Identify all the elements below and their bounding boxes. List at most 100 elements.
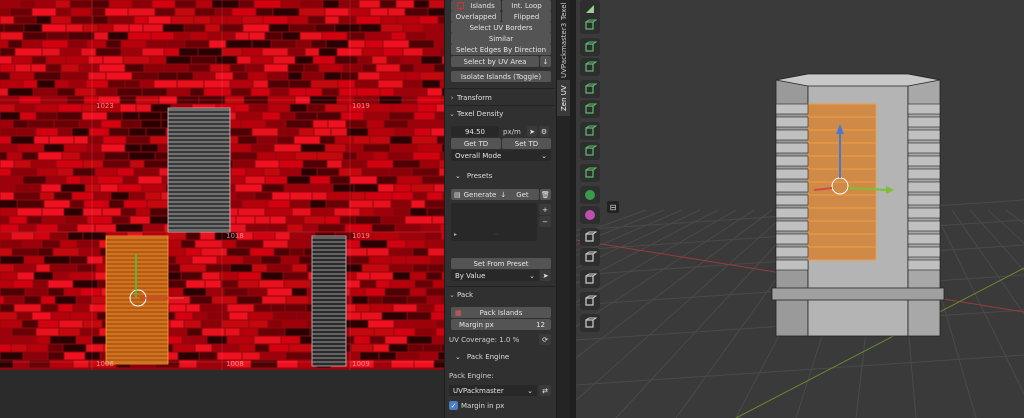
- texture-brick: [409, 40, 434, 48]
- spin-icon[interactable]: [580, 186, 600, 204]
- add-cube-icon[interactable]: [580, 38, 600, 56]
- texture-brick: [66, 56, 88, 64]
- pack-header[interactable]: ⌄ Pack: [447, 288, 553, 302]
- pack-engine-header[interactable]: ⌄ Pack Engine: [455, 351, 509, 363]
- select-edges-by-direction-button[interactable]: Select Edges By Direction: [451, 44, 551, 55]
- trash-icon[interactable]: 🗑: [540, 189, 551, 200]
- texture-brick: [292, 208, 311, 216]
- texture-brick: [420, 160, 439, 168]
- uv-island-selected[interactable]: [105, 235, 169, 365]
- viewport-canvas[interactable]: [576, 0, 1024, 418]
- cursor-icon[interactable]: [580, 16, 600, 34]
- texture-brick: [46, 176, 66, 184]
- similar-button[interactable]: Similar: [451, 33, 551, 44]
- shear-icon[interactable]: [580, 270, 600, 288]
- generate-button[interactable]: ▤ Generate ↓ Get: [451, 189, 539, 200]
- texture-brick: [38, 320, 59, 328]
- get-td-button[interactable]: Get TD: [451, 138, 501, 149]
- uv-square-icon[interactable]: [580, 314, 600, 332]
- smooth-icon[interactable]: [580, 206, 600, 224]
- texture-brick: [373, 344, 389, 352]
- add-icon[interactable]: +: [539, 204, 551, 215]
- texture-brick: [98, 24, 113, 32]
- overlapped-button[interactable]: Overlapped: [451, 11, 501, 22]
- texture-brick: [295, 112, 317, 120]
- texture-brick: [0, 48, 15, 56]
- chevron-down-icon: ⌄: [449, 110, 455, 118]
- expand-icon[interactable]: ▸: [454, 231, 457, 238]
- set-from-preset-button[interactable]: Set From Preset: [451, 258, 551, 269]
- overall-mode-select[interactable]: Overall Mode ⌄: [451, 150, 551, 161]
- flipped-button[interactable]: Flipped: [502, 11, 551, 22]
- bevel-icon[interactable]: [580, 100, 600, 118]
- overall-mode-value: Overall Mode: [455, 151, 502, 160]
- floor-gridline: [969, 209, 1024, 272]
- select-by-uv-area-button[interactable]: Select by UV Area: [451, 56, 539, 67]
- margin-px-field[interactable]: Margin px 12: [451, 319, 551, 330]
- texture-brick: [129, 152, 155, 160]
- loop-cut-icon[interactable]: [580, 122, 600, 140]
- presets-header[interactable]: ⌄ Presets: [455, 170, 492, 182]
- texture-brick: [15, 48, 42, 56]
- texture-brick: [255, 160, 279, 168]
- uv-canvas[interactable]: [0, 0, 444, 370]
- remove-icon[interactable]: −: [539, 216, 551, 227]
- preset-list[interactable]: ▸ ⋯: [451, 203, 537, 241]
- pick-cursor-icon[interactable]: ➤: [527, 126, 537, 137]
- tab-texel[interactable]: Texel: [557, 0, 571, 22]
- 3d-viewport[interactable]: [576, 0, 1024, 418]
- preset-list-icon: ▤: [454, 190, 461, 199]
- islands-button[interactable]: Islands: [451, 0, 501, 11]
- margin-in-px-checkbox[interactable]: ✓ Margin in px: [449, 401, 504, 410]
- texture-brick: [290, 104, 307, 112]
- set-td-button[interactable]: Set TD: [502, 138, 551, 149]
- uv-island-dark[interactable]: [311, 235, 347, 367]
- int-loop-button[interactable]: Int. Loop: [502, 0, 551, 11]
- pick-cursor-icon[interactable]: ➤: [540, 270, 551, 281]
- texture-brick: [393, 272, 410, 280]
- texture-brick: [289, 24, 315, 32]
- knife-icon[interactable]: [580, 142, 600, 160]
- texture-brick: [280, 112, 295, 120]
- texture-brick: [76, 296, 92, 304]
- inset-icon[interactable]: [580, 80, 600, 98]
- texture-brick: [435, 112, 444, 120]
- rip-icon[interactable]: [580, 292, 600, 310]
- uv-island-grey[interactable]: [167, 107, 231, 233]
- texture-brick: [105, 8, 128, 16]
- texture-brick: [281, 0, 300, 8]
- tab-uvpackmaster3[interactable]: UVPackmaster3: [557, 22, 571, 78]
- refresh-icon[interactable]: ⟳: [539, 334, 551, 345]
- texture-brick: [51, 312, 70, 320]
- uv-editor[interactable]: 1023 1019 1018 1019 1009 1006 1008: [0, 0, 444, 370]
- isolate-islands-button[interactable]: Isolate Islands (Toggle): [451, 71, 551, 82]
- texture-brick: [383, 48, 403, 56]
- pack-islands-button[interactable]: ▦ Pack Islands: [451, 307, 551, 318]
- pillar-mesh[interactable]: [771, 73, 945, 337]
- gear-icon[interactable]: ⚙: [539, 126, 549, 137]
- texture-brick: [55, 80, 69, 88]
- texture-brick: [327, 192, 351, 200]
- td-value-field[interactable]: 94.50: [451, 126, 499, 137]
- texel-density-header[interactable]: ⌄ Texel Density: [447, 107, 553, 121]
- texture-brick: [87, 216, 112, 224]
- resize-grip-icon[interactable]: ⋯: [493, 231, 499, 238]
- extrude-icon[interactable]: [580, 58, 600, 76]
- view-options-icon[interactable]: ⊟: [607, 201, 619, 213]
- transform-header[interactable]: › Transform: [447, 91, 553, 105]
- download-icon[interactable]: ↓: [540, 56, 551, 67]
- swap-icon[interactable]: ⇄: [539, 385, 551, 396]
- pack-engine-select[interactable]: UVPackmaster ⌄: [449, 385, 537, 396]
- select-uv-borders-button[interactable]: Select UV Borders: [451, 22, 551, 33]
- tab-zen-uv[interactable]: Zen UV: [557, 80, 571, 116]
- texture-brick: [166, 272, 181, 280]
- shrink-icon[interactable]: [580, 248, 600, 266]
- texture-brick: [333, 184, 354, 192]
- texture-brick: [394, 184, 411, 192]
- by-value-select[interactable]: By Value ⌄: [451, 270, 539, 281]
- texture-brick: [0, 56, 12, 64]
- poly-build-icon[interactable]: [580, 164, 600, 182]
- glyph-shape: [585, 253, 594, 262]
- chevron-right-icon: ›: [450, 94, 454, 102]
- edge-slide-icon[interactable]: [580, 228, 600, 246]
